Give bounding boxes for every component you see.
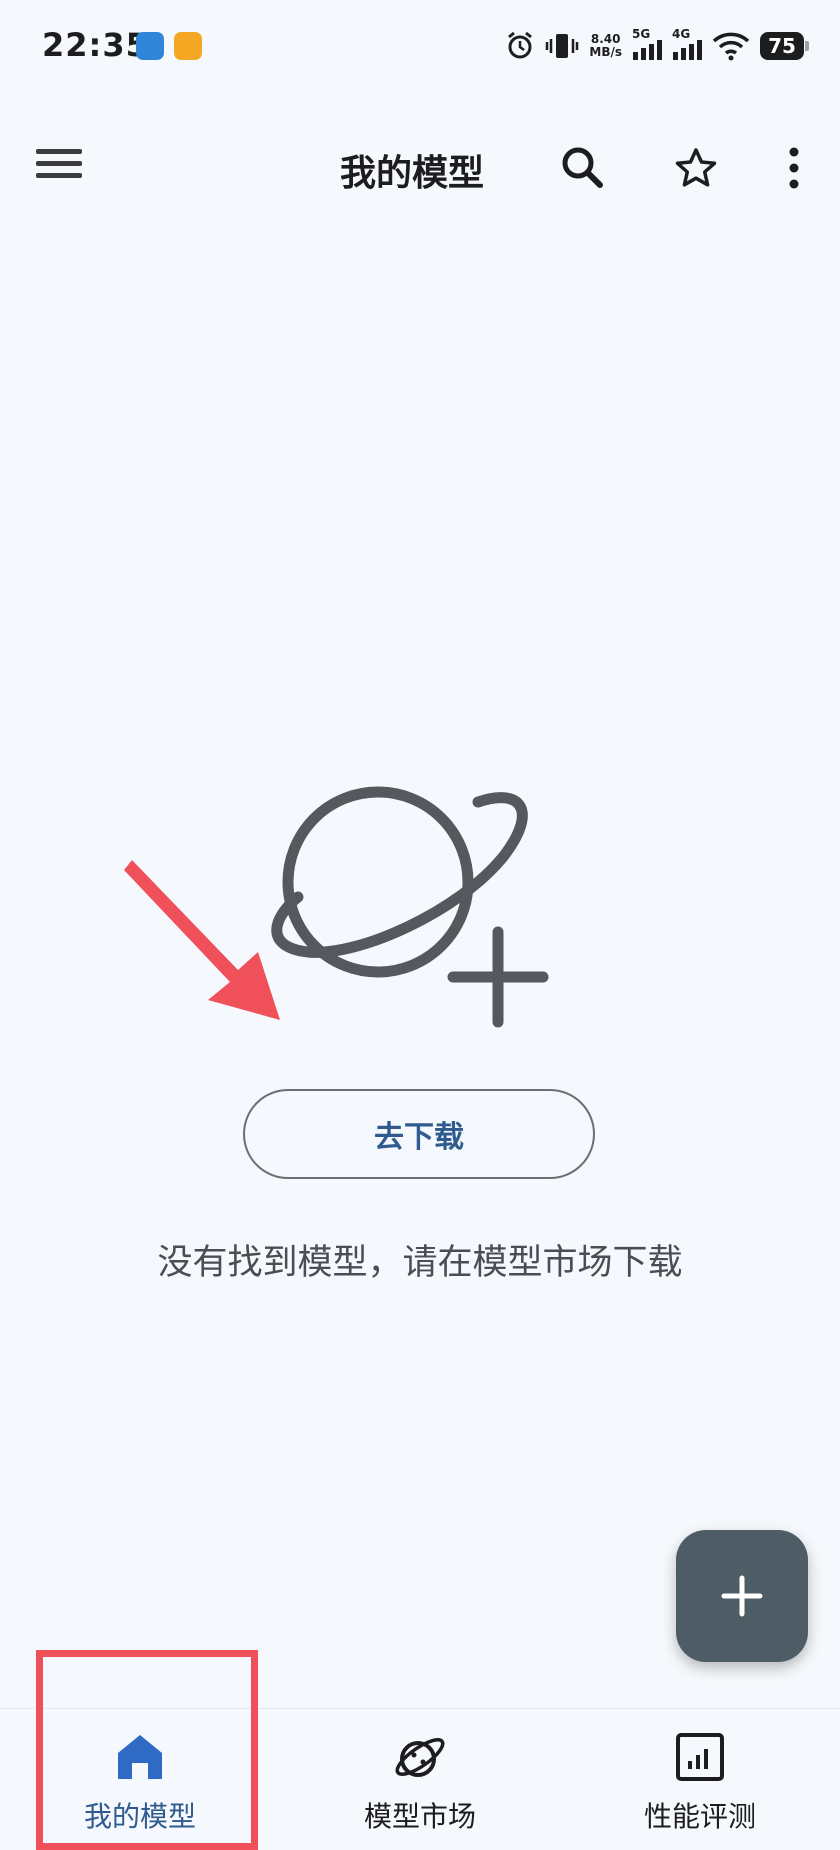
signal-4g-label: 4G bbox=[672, 27, 691, 41]
bar-chart-icon bbox=[676, 1733, 724, 1781]
search-button[interactable] bbox=[554, 140, 610, 196]
annotation-arrow-icon bbox=[124, 860, 280, 1020]
nav-label: 模型市场 bbox=[363, 1800, 476, 1833]
signal-5g-label: 5G bbox=[632, 27, 651, 41]
app-bar: 我的模型 bbox=[0, 120, 840, 216]
status-bar: 22:35 8.40 MB/s 5G 4G 75 bbox=[0, 0, 840, 96]
more-vert-icon bbox=[789, 147, 799, 189]
status-indicators: 8.40 MB/s 5G 4G 75 bbox=[505, 28, 809, 64]
vibrate-icon bbox=[546, 34, 579, 58]
notification-app-icon bbox=[174, 32, 202, 60]
net-speed-unit: MB/s bbox=[589, 45, 622, 59]
net-speed: 8.40 MB/s bbox=[589, 33, 622, 59]
nav-label: 性能评测 bbox=[643, 1800, 756, 1833]
battery-indicator: 75 bbox=[760, 32, 809, 60]
favorite-button[interactable] bbox=[668, 140, 724, 196]
menu-icon bbox=[36, 149, 82, 154]
signal-icon bbox=[633, 40, 662, 60]
more-button[interactable] bbox=[766, 140, 822, 196]
nav-item-benchmark[interactable]: 性能评测 bbox=[560, 1709, 840, 1837]
go-download-button[interactable]: 去下载 bbox=[243, 1089, 595, 1179]
planet-icon bbox=[395, 1738, 445, 1777]
menu-button[interactable] bbox=[34, 142, 86, 194]
menu-icon-bar bbox=[36, 173, 82, 178]
signal-4g: 4G bbox=[672, 28, 702, 64]
page-title: 我的模型 bbox=[340, 153, 485, 194]
plus-icon bbox=[721, 1575, 763, 1617]
wifi-icon bbox=[712, 32, 750, 61]
notification-app-icon bbox=[136, 32, 164, 60]
star-icon bbox=[675, 148, 717, 187]
signal-5g: 5G bbox=[632, 28, 662, 64]
nav-item-model-market[interactable]: 模型市场 bbox=[280, 1709, 560, 1837]
planet-add-icon bbox=[271, 786, 549, 1028]
add-fab-button[interactable] bbox=[676, 1530, 808, 1662]
status-time: 22:35 bbox=[42, 26, 149, 64]
search-icon bbox=[562, 147, 603, 188]
empty-message: 没有找到模型，请在模型市场下载 bbox=[157, 1243, 683, 1283]
signal-icon bbox=[673, 40, 702, 60]
annotation-highlight-box bbox=[36, 1650, 258, 1850]
menu-icon-bar bbox=[36, 161, 82, 166]
alarm-icon bbox=[508, 31, 533, 59]
